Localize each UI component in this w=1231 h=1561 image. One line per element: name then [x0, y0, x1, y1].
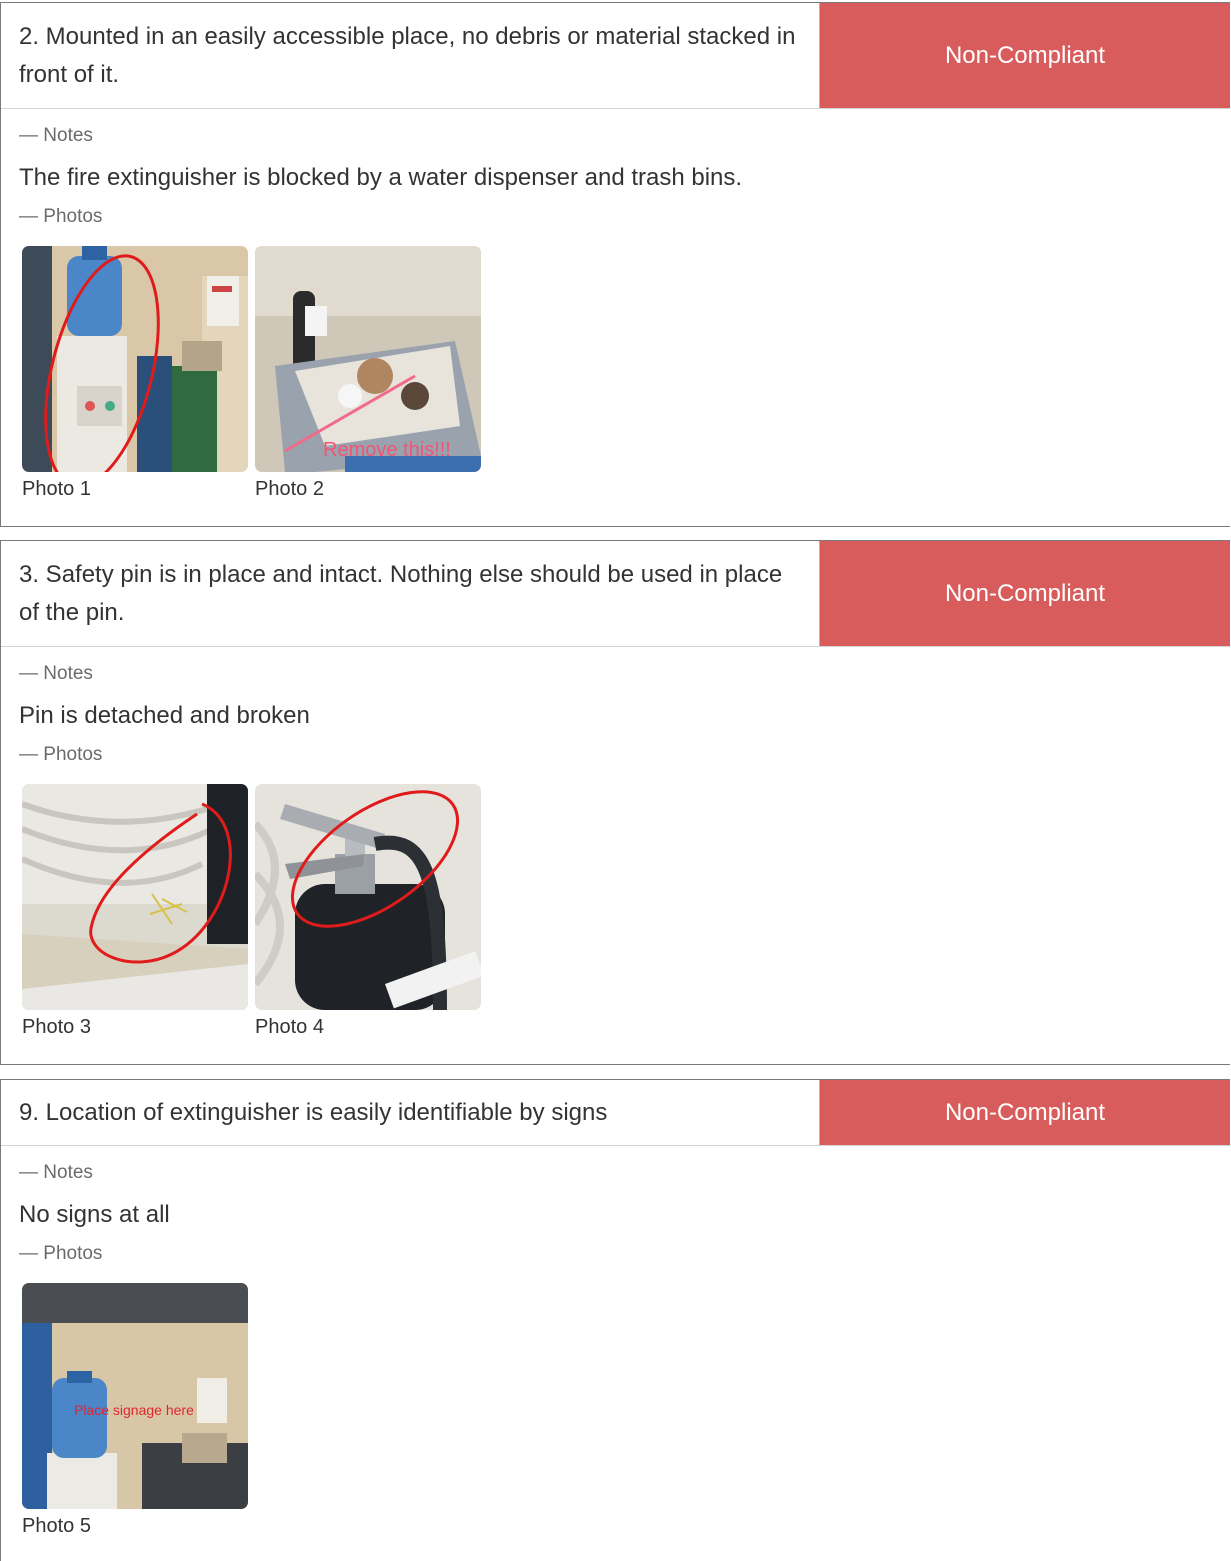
photo-thumbnail[interactable]: Remove this!!! Photo 2	[255, 246, 481, 502]
photo-caption: Photo 2	[255, 478, 324, 500]
status-badge: Non-Compliant	[819, 1080, 1230, 1145]
photo-thumbnail[interactable]: Photo 4	[255, 784, 481, 1040]
photo-caption: Photo 1	[22, 478, 91, 500]
photos-label: — Photos	[19, 1243, 103, 1264]
photo-image[interactable]	[22, 246, 248, 472]
photo-caption: Photo 3	[22, 1016, 91, 1038]
inspection-item-2: 2. Mounted in an easily accessible place…	[0, 2, 1230, 527]
photo-caption: Photo 4	[255, 1016, 324, 1038]
photo-overlay-text: Place signage here	[74, 1402, 194, 1418]
note-text: Pin is detached and broken	[19, 702, 310, 729]
status-badge: Non-Compliant	[819, 541, 1230, 646]
photo-overlay-text: Remove this!!!	[323, 439, 451, 461]
photo-thumbnail[interactable]: Place signage here Photo 5	[22, 1283, 248, 1539]
status-badge: Non-Compliant	[819, 3, 1230, 108]
photo-image[interactable]: Remove this!!!	[255, 246, 481, 472]
notes-label: — Notes	[19, 1162, 93, 1183]
item-header: 2. Mounted in an easily accessible place…	[1, 3, 1230, 109]
photo-caption: Photo 5	[22, 1515, 91, 1537]
photos-label: — Photos	[19, 744, 103, 765]
item-header: 9. Location of extinguisher is easily id…	[1, 1080, 1230, 1146]
note-text: No signs at all	[19, 1201, 170, 1228]
inspection-item-3: 3. Safety pin is in place and intact. No…	[0, 540, 1230, 1065]
photos-label: — Photos	[19, 206, 103, 227]
photo-image[interactable]	[22, 784, 248, 1010]
item-header: 3. Safety pin is in place and intact. No…	[1, 541, 1230, 647]
question-text: 9. Location of extinguisher is easily id…	[19, 1098, 608, 1126]
note-text: The fire extinguisher is blocked by a wa…	[19, 164, 743, 191]
photo-gallery: Place signage here Photo 5	[1, 1283, 1230, 1539]
photo-thumbnail[interactable]: Photo 1	[22, 246, 248, 502]
question-text: 3. Safety pin is in place and intact. No…	[19, 560, 783, 626]
photo-gallery: Photo 3 Photo 4	[1, 784, 1230, 1040]
photo-gallery: Photo 1 Remove this!!! Photo 2	[1, 246, 1230, 502]
photo-image[interactable]: Place signage here	[22, 1283, 248, 1509]
photo-thumbnail[interactable]: Photo 3	[22, 784, 248, 1040]
photo-image[interactable]	[255, 784, 481, 1010]
inspection-item-9: 9. Location of extinguisher is easily id…	[0, 1079, 1230, 1561]
notes-label: — Notes	[19, 125, 93, 146]
question-text: 2. Mounted in an easily accessible place…	[19, 22, 796, 88]
notes-label: — Notes	[19, 663, 93, 684]
